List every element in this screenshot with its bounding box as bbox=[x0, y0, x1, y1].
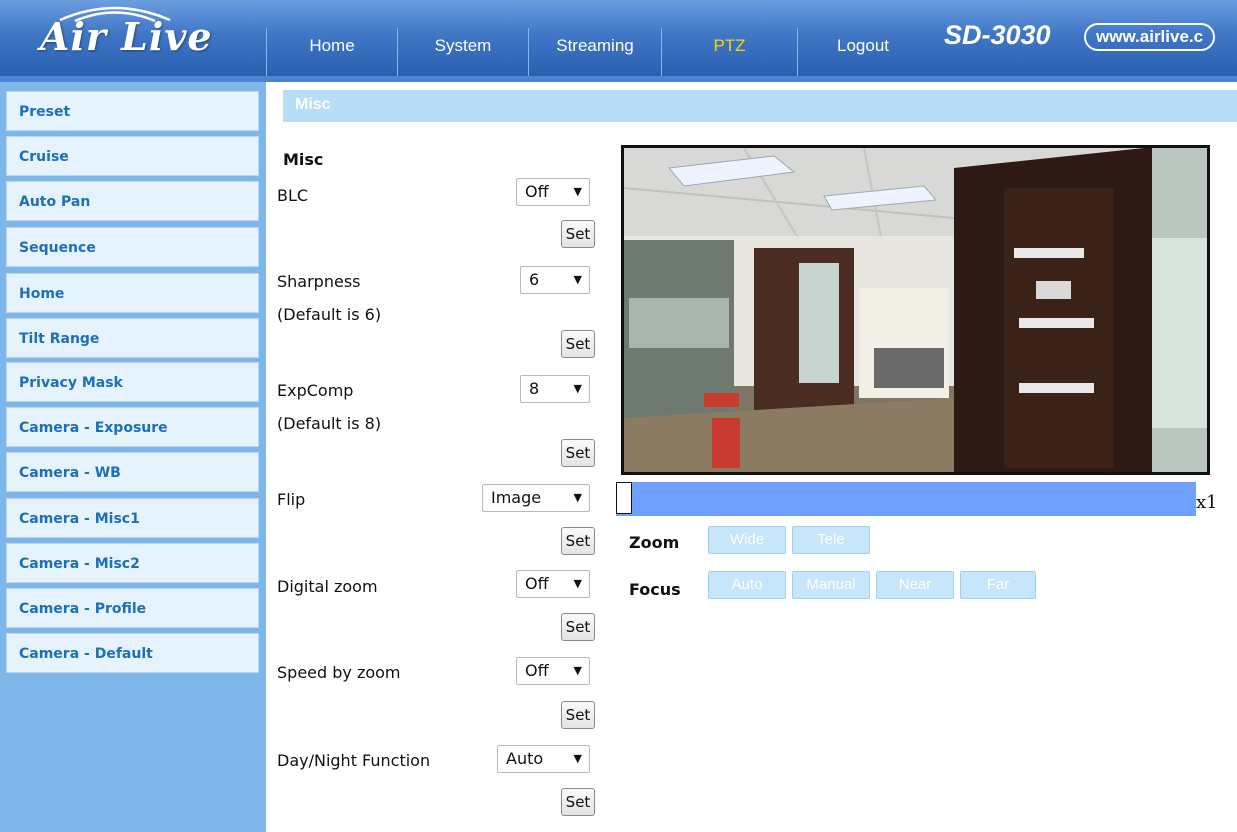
top-header: Air Live Home System Streaming PTZ Logou… bbox=[0, 0, 1237, 76]
speed-by-zoom-select[interactable]: Off ▼ bbox=[516, 657, 590, 685]
sidebar-item-camera-default[interactable]: Camera - Default bbox=[6, 633, 259, 673]
nav-ptz[interactable]: PTZ bbox=[661, 28, 797, 76]
expcomp-select[interactable]: 8 ▼ bbox=[520, 375, 590, 403]
speed-by-zoom-set-button[interactable]: Set bbox=[561, 701, 595, 729]
sharpness-value: 6 bbox=[529, 270, 540, 289]
section-title-bar: Misc bbox=[283, 90, 1237, 122]
sidebar-item-sequence[interactable]: Sequence bbox=[6, 227, 259, 267]
blc-select[interactable]: Off ▼ bbox=[516, 178, 590, 206]
camera-live-view[interactable] bbox=[621, 145, 1210, 475]
website-badge: www.airlive.c bbox=[1084, 23, 1216, 51]
misc-heading: Misc bbox=[283, 150, 324, 169]
sidebar-item-home[interactable]: Home bbox=[6, 273, 259, 313]
zoom-slider-track[interactable] bbox=[616, 482, 1196, 516]
sharpness-default-note: (Default is 6) bbox=[277, 305, 382, 324]
zoom-label: Zoom bbox=[629, 533, 680, 552]
flip-label: Flip bbox=[277, 490, 306, 509]
expcomp-value: 8 bbox=[529, 379, 540, 398]
expcomp-default-note: (Default is 8) bbox=[277, 414, 382, 433]
sidebar-item-tilt-range[interactable]: Tilt Range bbox=[6, 318, 259, 358]
section-title: Misc bbox=[295, 96, 331, 113]
model-name: SD-3030 bbox=[944, 20, 1051, 50]
blc-label: BLC bbox=[277, 186, 309, 205]
sharpness-set-button[interactable]: Set bbox=[561, 330, 595, 358]
chevron-down-icon: ▼ bbox=[573, 382, 582, 395]
day-night-select[interactable]: Auto ▼ bbox=[497, 745, 590, 773]
sidebar-item-preset[interactable]: Preset bbox=[6, 91, 259, 131]
sidebar-item-camera-wb[interactable]: Camera - WB bbox=[6, 452, 259, 492]
sidebar-item-privacy-mask[interactable]: Privacy Mask bbox=[6, 362, 259, 402]
day-night-set-button[interactable]: Set bbox=[561, 788, 595, 816]
zoom-tele-button[interactable]: Tele bbox=[792, 526, 870, 554]
logo-text: Air Live bbox=[40, 14, 213, 59]
chevron-down-icon: ▼ bbox=[573, 664, 582, 677]
zoom-level-readout: x1 bbox=[1196, 492, 1218, 513]
sidebar: Preset Cruise Auto Pan Sequence Home Til… bbox=[0, 82, 266, 832]
zoom-wide-button[interactable]: Wide bbox=[708, 526, 786, 554]
digital-zoom-set-button[interactable]: Set bbox=[561, 613, 595, 641]
digital-zoom-select[interactable]: Off ▼ bbox=[516, 570, 590, 598]
camera-image bbox=[624, 148, 1207, 472]
digital-zoom-value: Off bbox=[525, 574, 549, 593]
nav-streaming[interactable]: Streaming bbox=[528, 28, 661, 76]
focus-manual-button[interactable]: Manual bbox=[792, 571, 870, 599]
nav-home[interactable]: Home bbox=[266, 28, 397, 76]
sidebar-item-camera-profile[interactable]: Camera - Profile bbox=[6, 588, 259, 628]
sharpness-select[interactable]: 6 ▼ bbox=[520, 266, 590, 294]
sidebar-item-cruise[interactable]: Cruise bbox=[6, 136, 259, 176]
digital-zoom-label: Digital zoom bbox=[277, 577, 378, 596]
chevron-down-icon: ▼ bbox=[573, 491, 582, 504]
sidebar-item-auto-pan[interactable]: Auto Pan bbox=[6, 181, 259, 221]
zoom-slider-handle[interactable] bbox=[616, 482, 632, 514]
flip-select[interactable]: Image ▼ bbox=[482, 484, 590, 512]
focus-auto-button[interactable]: Auto bbox=[708, 571, 786, 599]
chevron-down-icon: ▼ bbox=[573, 273, 582, 286]
chevron-down-icon: ▼ bbox=[573, 185, 582, 198]
flip-value: Image bbox=[491, 488, 542, 507]
sidebar-item-camera-misc2[interactable]: Camera - Misc2 bbox=[6, 543, 259, 583]
sharpness-label: Sharpness bbox=[277, 272, 361, 291]
airlive-logo: Air Live bbox=[0, 0, 266, 76]
expcomp-set-button[interactable]: Set bbox=[561, 439, 595, 467]
chevron-down-icon: ▼ bbox=[573, 752, 582, 765]
focus-label: Focus bbox=[629, 580, 681, 599]
sidebar-item-camera-exposure[interactable]: Camera - Exposure bbox=[6, 407, 259, 447]
focus-far-button[interactable]: Far bbox=[960, 571, 1036, 599]
flip-set-button[interactable]: Set bbox=[561, 527, 595, 555]
sidebar-item-camera-misc1[interactable]: Camera - Misc1 bbox=[6, 498, 259, 538]
day-night-value: Auto bbox=[506, 749, 544, 768]
speed-by-zoom-value: Off bbox=[525, 661, 549, 680]
blc-set-button[interactable]: Set bbox=[561, 220, 595, 248]
speed-by-zoom-label: Speed by zoom bbox=[277, 663, 401, 682]
day-night-label: Day/Night Function bbox=[277, 751, 431, 770]
blc-value: Off bbox=[525, 182, 549, 201]
expcomp-label: ExpComp bbox=[277, 381, 354, 400]
nav-system[interactable]: System bbox=[397, 28, 528, 76]
nav-logout[interactable]: Logout bbox=[797, 28, 928, 76]
chevron-down-icon: ▼ bbox=[573, 577, 582, 590]
focus-near-button[interactable]: Near bbox=[876, 571, 954, 599]
